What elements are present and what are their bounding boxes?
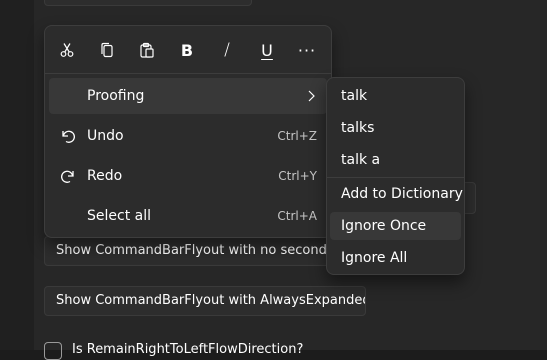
- copy-button[interactable]: [89, 32, 125, 68]
- ignore-all-item[interactable]: Ignore All: [330, 244, 461, 272]
- action-label: Add to Dictionary: [341, 186, 463, 202]
- suggestion-label: talk a: [341, 152, 381, 168]
- paste-icon: [140, 42, 154, 58]
- command-bar: B / U ···: [49, 30, 327, 70]
- command-bar-flyout: B / U ··· Proofing Undo Ctrl+Z Redo Ctrl…: [44, 25, 332, 238]
- command-bar-separator: [45, 73, 331, 74]
- chevron-right-icon: [308, 90, 315, 102]
- copy-icon: [101, 42, 113, 58]
- rtl-checkbox[interactable]: [44, 342, 62, 360]
- menu-item-proofing[interactable]: Proofing: [49, 78, 327, 114]
- underline-button[interactable]: U: [249, 32, 285, 68]
- ignore-once-item[interactable]: Ignore Once: [330, 212, 461, 240]
- italic-icon: /: [224, 40, 230, 60]
- menu-item-accelerator: Ctrl+A: [277, 209, 317, 223]
- cut-button[interactable]: [49, 32, 85, 68]
- suggestion-label: talk: [341, 88, 368, 104]
- suggestion-item[interactable]: talk a: [330, 146, 461, 174]
- submenu-separator: [327, 177, 464, 178]
- proofing-submenu: talk talks talk a Add to Dictionary Igno…: [326, 77, 465, 275]
- redo-icon: [61, 170, 74, 183]
- suggestion-label: talks: [341, 120, 375, 136]
- menu-item-accelerator: Ctrl+Z: [277, 129, 317, 143]
- underline-icon: U: [261, 40, 273, 60]
- bold-button[interactable]: B: [169, 32, 205, 68]
- top-button-stub[interactable]: [44, 0, 252, 6]
- suggestion-item[interactable]: talk: [330, 82, 461, 110]
- paste-button[interactable]: [129, 32, 165, 68]
- menu-item-redo[interactable]: Redo Ctrl+Y: [49, 158, 327, 194]
- more-button[interactable]: ···: [289, 32, 325, 68]
- cut-icon: [60, 43, 74, 57]
- menu-item-label: Proofing: [87, 88, 145, 104]
- more-icon: ···: [297, 40, 317, 60]
- menu-item-select-all[interactable]: Select all Ctrl+A: [49, 198, 327, 234]
- menu-item-accelerator: Ctrl+Y: [278, 169, 317, 183]
- suggestion-item[interactable]: talks: [330, 114, 461, 142]
- menu-item-label: Undo: [87, 128, 124, 144]
- italic-button[interactable]: /: [209, 32, 245, 68]
- menu-item-label: Select all: [87, 208, 151, 224]
- menu-item-label: Redo: [87, 168, 123, 184]
- menu-item-undo[interactable]: Undo Ctrl+Z: [49, 118, 327, 154]
- action-label: Ignore All: [341, 250, 408, 266]
- show-flyout-always-expanded-button[interactable]: Show CommandBarFlyout with AlwaysExpande…: [44, 286, 366, 316]
- action-label: Ignore Once: [341, 218, 427, 234]
- undo-icon: [62, 130, 75, 143]
- bold-icon: B: [180, 40, 194, 60]
- add-to-dictionary-item[interactable]: Add to Dictionary: [330, 180, 463, 208]
- nav-strip: [0, 0, 34, 350]
